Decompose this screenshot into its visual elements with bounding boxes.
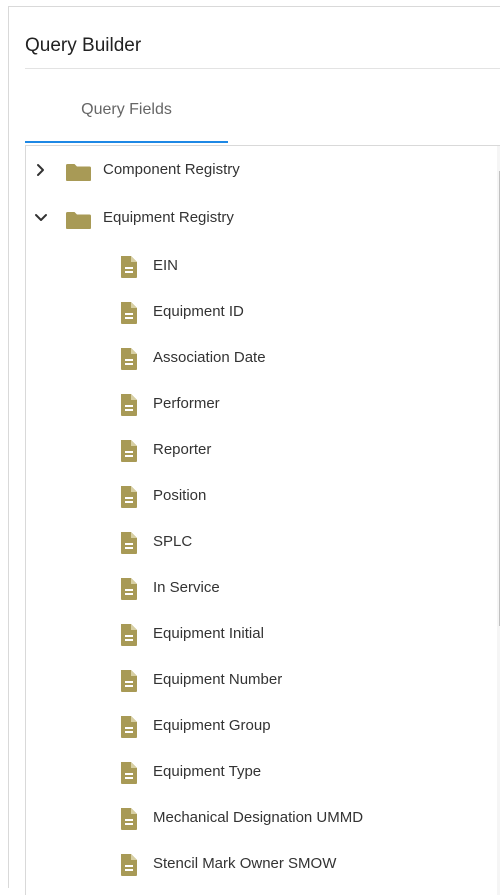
tree-field-label: Stencil Mark Owner SMOW <box>153 855 337 872</box>
tree-field-label: Reporter <box>153 441 212 458</box>
document-icon <box>121 716 137 738</box>
tree-field-association-date[interactable]: Association Date <box>26 342 486 376</box>
tree-field-label: EIN <box>153 257 179 274</box>
tree-field-label: Mechanical Designation UMMD <box>153 809 364 826</box>
tree-field-stencil-mark-owner-smow[interactable]: Stencil Mark Owner SMOW <box>26 848 486 882</box>
document-icon <box>121 762 137 784</box>
tree-field-label: Equipment Number <box>153 671 283 688</box>
tree-field-label: Equipment Initial <box>153 625 264 642</box>
folder-icon <box>66 212 91 229</box>
document-icon <box>121 256 137 278</box>
tree-folder-component-registry[interactable]: Component Registry <box>26 154 486 188</box>
folder-icon <box>66 164 91 181</box>
tree-field-equipment-initial[interactable]: Equipment Initial <box>26 618 486 652</box>
document-icon <box>121 808 137 830</box>
panel-header: Query Builder <box>9 7 500 67</box>
tree-field-label: SPLC <box>153 533 193 550</box>
document-icon <box>121 578 137 600</box>
tree-field-in-service[interactable]: In Service <box>26 572 486 606</box>
active-tab-indicator <box>25 141 228 143</box>
tree-field-label: In Service <box>153 579 220 596</box>
tree-field-label: Association Date <box>153 349 266 366</box>
document-icon <box>121 348 137 370</box>
tree-field-label: Equipment Type <box>153 763 262 780</box>
document-icon <box>121 440 137 462</box>
query-fields-tree: Component Registry Equipment Registry EI… <box>25 145 500 895</box>
document-icon <box>121 394 137 416</box>
chevron-right-icon[interactable] <box>34 163 48 177</box>
tree-field-mechanical-designation-ummd[interactable]: Mechanical Designation UMMD <box>26 802 486 836</box>
tree-field-performer[interactable]: Performer <box>26 388 486 422</box>
tab-bar: Query Fields <box>25 97 235 143</box>
tree-folder-label: Component Registry <box>103 161 240 178</box>
tab-query-fields-label: Query Fields <box>81 101 172 118</box>
tree-field-position[interactable]: Position <box>26 480 486 514</box>
tree-field-ein[interactable]: EIN <box>26 250 486 284</box>
tree-field-equipment-type[interactable]: Equipment Type <box>26 756 486 790</box>
tree-field-equipment-group[interactable]: Equipment Group <box>26 710 486 744</box>
tree-field-equipment-id[interactable]: Equipment ID <box>26 296 486 330</box>
header-divider <box>25 68 500 69</box>
document-icon <box>121 532 137 554</box>
tree-folder-equipment-registry[interactable]: Equipment Registry <box>26 202 486 236</box>
tree-field-label: Position <box>153 487 207 504</box>
tab-query-fields[interactable]: Query Fields <box>25 97 228 143</box>
document-icon <box>121 670 137 692</box>
tree-field-equipment-number[interactable]: Equipment Number <box>26 664 486 698</box>
document-icon <box>121 302 137 324</box>
tree-field-splc[interactable]: SPLC <box>26 526 486 560</box>
document-icon <box>121 854 137 876</box>
tree-folder-label: Equipment Registry <box>103 209 234 226</box>
tree-field-reporter[interactable]: Reporter <box>26 434 486 468</box>
chevron-down-icon[interactable] <box>34 211 48 225</box>
tree-field-label: Performer <box>153 395 220 412</box>
tree-field-label: Equipment ID <box>153 303 244 320</box>
query-builder-panel: Query Builder Query Fields Component Reg… <box>8 6 500 895</box>
panel-title: Query Builder <box>25 35 142 56</box>
document-icon <box>121 486 137 508</box>
document-icon <box>121 624 137 646</box>
tree-field-label: Equipment Group <box>153 717 271 734</box>
